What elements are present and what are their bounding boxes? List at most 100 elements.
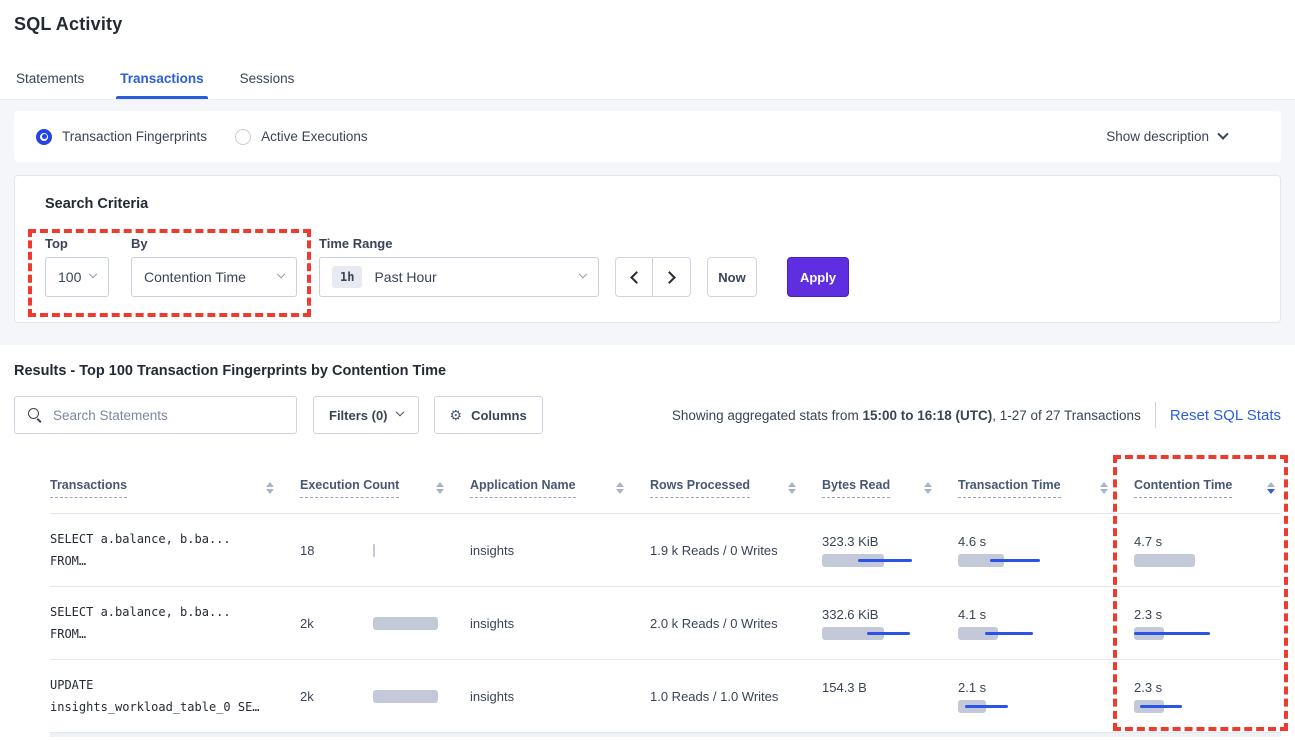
now-button[interactable]: Now — [707, 257, 757, 297]
sort-icon[interactable] — [436, 482, 444, 494]
search-icon — [27, 407, 43, 423]
contention-time-cell: 2.3 s — [1134, 607, 1281, 640]
execution-count-cell: 2k — [300, 689, 470, 704]
arrow-left-icon — [630, 271, 643, 284]
search-statements-box[interactable] — [14, 396, 297, 434]
criteria-controls: Top 100 By Contention Time Time Range — [45, 236, 1280, 297]
bytes-read-bar — [822, 554, 922, 567]
transaction-time-bar — [958, 627, 1058, 640]
execution-count-cell: 18 — [300, 543, 470, 558]
bytes-read-cell: 154.3 B — [822, 680, 958, 713]
next-time-button[interactable] — [653, 258, 690, 296]
transaction-time-cell: 4.6 s — [958, 534, 1134, 567]
apply-button[interactable]: Apply — [787, 257, 849, 297]
column-header-execution-count[interactable]: Execution Count — [300, 478, 470, 498]
transaction-fingerprint-link[interactable]: SELECT a.balance, b.ba... FROM… — [50, 532, 300, 568]
search-criteria-heading: Search Criteria — [45, 196, 1280, 212]
page-header: SQL Activity Statements Transactions Ses… — [0, 0, 1295, 100]
gear-icon: ⚙ — [450, 407, 463, 424]
results-heading: Results - Top 100 Transaction Fingerprin… — [14, 363, 1281, 379]
table-bottom-strip — [50, 732, 1281, 737]
chevron-down-icon — [1217, 128, 1228, 139]
page-title: SQL Activity — [14, 14, 1281, 35]
column-header-contention-time[interactable]: Contention Time — [1134, 478, 1281, 498]
radio-unselected-icon[interactable] — [235, 129, 251, 145]
tab-transactions[interactable]: Transactions — [118, 61, 205, 99]
rows-processed-cell: 1.0 Reads / 1.0 Writes — [650, 689, 822, 704]
results-section: Results - Top 100 Transaction Fingerprin… — [0, 363, 1295, 737]
contention-time-cell: 4.7 s — [1134, 534, 1281, 567]
rows-processed-cell: 1.9 k Reads / 0 Writes — [650, 543, 822, 558]
table-row[interactable]: SELECT a.balance, b.ba... FROM… 2k insig… — [50, 586, 1281, 659]
execution-count-bar — [373, 690, 470, 703]
application-name-cell: insights — [470, 616, 650, 631]
sort-icon[interactable] — [1100, 482, 1108, 494]
search-input[interactable] — [53, 408, 286, 423]
chevron-down-icon — [579, 270, 587, 278]
table-row[interactable]: UPDATE insights_workload_table_0 SE… 2k … — [50, 659, 1281, 732]
search-criteria-card: Search Criteria Top 100 By Contention Ti… — [14, 175, 1281, 323]
execution-count-bar — [373, 544, 470, 557]
bytes-read-bar — [822, 627, 922, 640]
transaction-time-cell: 4.1 s — [958, 607, 1134, 640]
application-name-cell: insights — [470, 543, 650, 558]
aggregated-stats-text: Showing aggregated stats from 15:00 to 1… — [672, 408, 1141, 423]
reset-sql-stats-link[interactable]: Reset SQL Stats — [1170, 407, 1281, 424]
results-toolbar: Filters (0) ⚙ Columns Showing aggregated… — [14, 396, 1281, 434]
time-range-select[interactable]: 1h Past Hour — [319, 257, 599, 297]
column-header-rows-processed[interactable]: Rows Processed — [650, 478, 822, 498]
columns-button[interactable]: ⚙ Columns — [434, 396, 543, 434]
radio-transaction-fingerprints[interactable]: Transaction Fingerprints — [36, 129, 207, 145]
chevron-down-icon — [395, 408, 403, 416]
tab-bar: Statements Transactions Sessions — [14, 61, 296, 99]
bytes-read-cell: 332.6 KiB — [822, 607, 958, 640]
application-name-cell: insights — [470, 689, 650, 704]
sort-icon[interactable] — [266, 482, 274, 494]
transactions-table: Transactions Execution Count Application… — [14, 463, 1281, 737]
transaction-time-cell: 2.1 s — [958, 680, 1134, 713]
column-header-transaction-time[interactable]: Transaction Time — [958, 478, 1134, 498]
sort-icon[interactable] — [924, 482, 932, 494]
rows-processed-cell: 2.0 k Reads / 0 Writes — [650, 616, 822, 631]
radio-active-executions[interactable]: Active Executions — [235, 129, 368, 145]
filters-button[interactable]: Filters (0) — [313, 396, 419, 434]
transaction-time-bar — [958, 700, 1058, 713]
previous-time-button[interactable] — [616, 258, 653, 296]
time-range-badge: 1h — [332, 266, 362, 288]
table-row[interactable]: SELECT a.balance, b.ba... FROM… 18 insig… — [50, 513, 1281, 586]
sql-activity-page: SQL Activity Statements Transactions Ses… — [0, 0, 1295, 740]
transaction-fingerprint-link[interactable]: UPDATE insights_workload_table_0 SE… — [50, 678, 300, 714]
chevron-down-icon — [277, 270, 285, 278]
column-header-bytes-read[interactable]: Bytes Read — [822, 478, 958, 498]
view-toggle-bar: Transaction Fingerprints Active Executio… — [14, 111, 1281, 162]
table-header-row: Transactions Execution Count Application… — [50, 463, 1281, 513]
by-field: By Contention Time — [131, 236, 297, 297]
divider — [1155, 402, 1156, 428]
show-description-toggle[interactable]: Show description — [1106, 129, 1255, 144]
execution-count-bar — [373, 617, 470, 630]
bytes-read-cell: 323.3 KiB — [822, 534, 958, 567]
radio-selected-icon[interactable] — [36, 129, 52, 145]
transaction-time-bar — [958, 554, 1058, 567]
column-header-transactions[interactable]: Transactions — [50, 478, 300, 498]
sort-icon[interactable] — [1267, 482, 1275, 494]
by-select[interactable]: Contention Time — [131, 257, 297, 297]
transaction-fingerprint-link[interactable]: SELECT a.balance, b.ba... FROM… — [50, 605, 300, 641]
tab-statements[interactable]: Statements — [14, 61, 86, 99]
chevron-down-icon — [89, 270, 97, 278]
contention-time-bar — [1134, 627, 1234, 640]
contention-time-bar — [1134, 554, 1234, 567]
arrow-right-icon — [663, 271, 676, 284]
execution-count-cell: 2k — [300, 616, 470, 631]
tab-sessions[interactable]: Sessions — [238, 61, 297, 99]
column-header-application-name[interactable]: Application Name — [470, 478, 650, 498]
time-range-field: Time Range 1h Past Hour — [319, 236, 599, 297]
top-field: Top 100 — [45, 236, 109, 297]
contention-time-bar — [1134, 700, 1234, 713]
top-select[interactable]: 100 — [45, 257, 109, 297]
sort-icon[interactable] — [788, 482, 796, 494]
contention-time-cell: 2.3 s — [1134, 680, 1281, 713]
sort-icon[interactable] — [616, 482, 624, 494]
criteria-band: Transaction Fingerprints Active Executio… — [0, 100, 1295, 345]
time-step-buttons — [615, 257, 691, 297]
